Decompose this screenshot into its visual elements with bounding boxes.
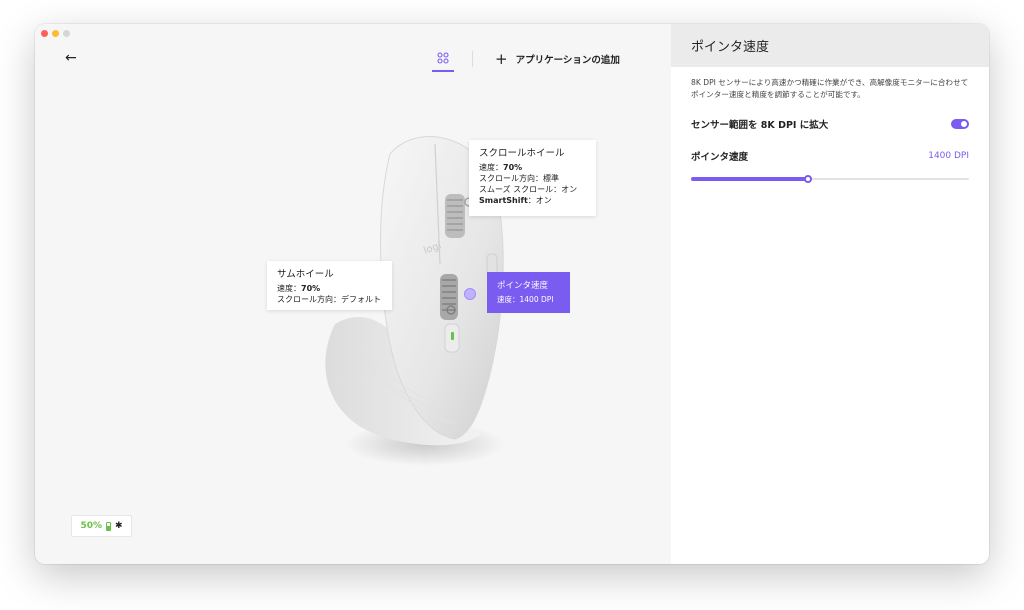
callout-scroll-wheel-direction: スクロール方向：標準: [479, 174, 559, 183]
window-controls: [41, 30, 70, 37]
battery-status: 50% ✱: [71, 515, 132, 537]
callout-scroll-wheel-speed: 速度：70%: [479, 163, 523, 172]
callout-thumb-wheel[interactable]: サムホイール 速度：70% スクロール方向：デフォルト: [267, 261, 392, 310]
grid-icon: [437, 52, 449, 64]
pointer-speed-row: ポインタ速度 1400 DPI: [671, 149, 989, 163]
add-application-label: アプリケーションの追加: [515, 55, 620, 66]
pointer-hotspot[interactable]: [464, 288, 476, 300]
slider-fill: [691, 177, 808, 181]
callout-pointer-speed-value: 速度：1400 DPI: [497, 295, 554, 304]
arrow-left-icon: ←: [65, 50, 77, 66]
zoom-window-button[interactable]: [63, 30, 70, 37]
plus-icon: +: [495, 50, 508, 68]
battery-icon: [106, 521, 111, 531]
callout-pointer-speed[interactable]: ポインタ速度 速度：1400 DPI: [487, 272, 570, 313]
callout-thumb-wheel-speed: 速度：70%: [277, 284, 321, 293]
pointer-speed-value: 1400 DPI: [928, 151, 969, 161]
sensor-range-toggle[interactable]: [951, 119, 969, 129]
back-button[interactable]: ←: [65, 51, 77, 65]
add-application-button[interactable]: + アプリケーションの追加: [495, 50, 620, 68]
callout-scroll-wheel-title: スクロールホイール: [479, 148, 565, 159]
bluetooth-icon: ✱: [115, 521, 123, 531]
pointer-speed-slider[interactable]: [691, 174, 969, 184]
tab-device[interactable]: [432, 50, 454, 72]
tab-divider: [472, 51, 473, 67]
panel-header: ポインタ速度: [671, 24, 989, 67]
callout-pointer-speed-title: ポインタ速度: [497, 281, 549, 291]
app-window: ← + アプリケーションの追加 logi スクロールホイール 速度：70% スク…: [35, 24, 989, 564]
minimize-window-button[interactable]: [52, 30, 59, 37]
slider-thumb[interactable]: [803, 175, 812, 183]
settings-panel: ポインタ速度 8K DPI センサーにより高速かつ精確に作業ができ、高解像度モニ…: [671, 24, 989, 564]
callout-scroll-wheel-smooth: スムーズ スクロール：オン: [479, 185, 578, 194]
callout-scroll-wheel-smartshift: SmartShift：オン: [479, 196, 552, 205]
callout-thumb-wheel-direction: スクロール方向：デフォルト: [277, 295, 381, 304]
callout-thumb-wheel-title: サムホイール: [277, 269, 334, 280]
sensor-range-row: センサー範囲を 8K DPI に拡大: [671, 117, 989, 131]
battery-percent: 50%: [80, 521, 102, 531]
panel-title: ポインタ速度: [691, 40, 770, 55]
pointer-speed-label: ポインタ速度: [691, 152, 749, 163]
callout-scroll-wheel[interactable]: スクロールホイール 速度：70% スクロール方向：標準 スムーズ スクロール：オ…: [469, 140, 596, 216]
close-window-button[interactable]: [41, 30, 48, 37]
panel-description: 8K DPI センサーにより高速かつ精確に作業ができ、高解像度モニターに合わせて…: [691, 78, 969, 99]
sensor-range-label: センサー範囲を 8K DPI に拡大: [691, 120, 829, 131]
